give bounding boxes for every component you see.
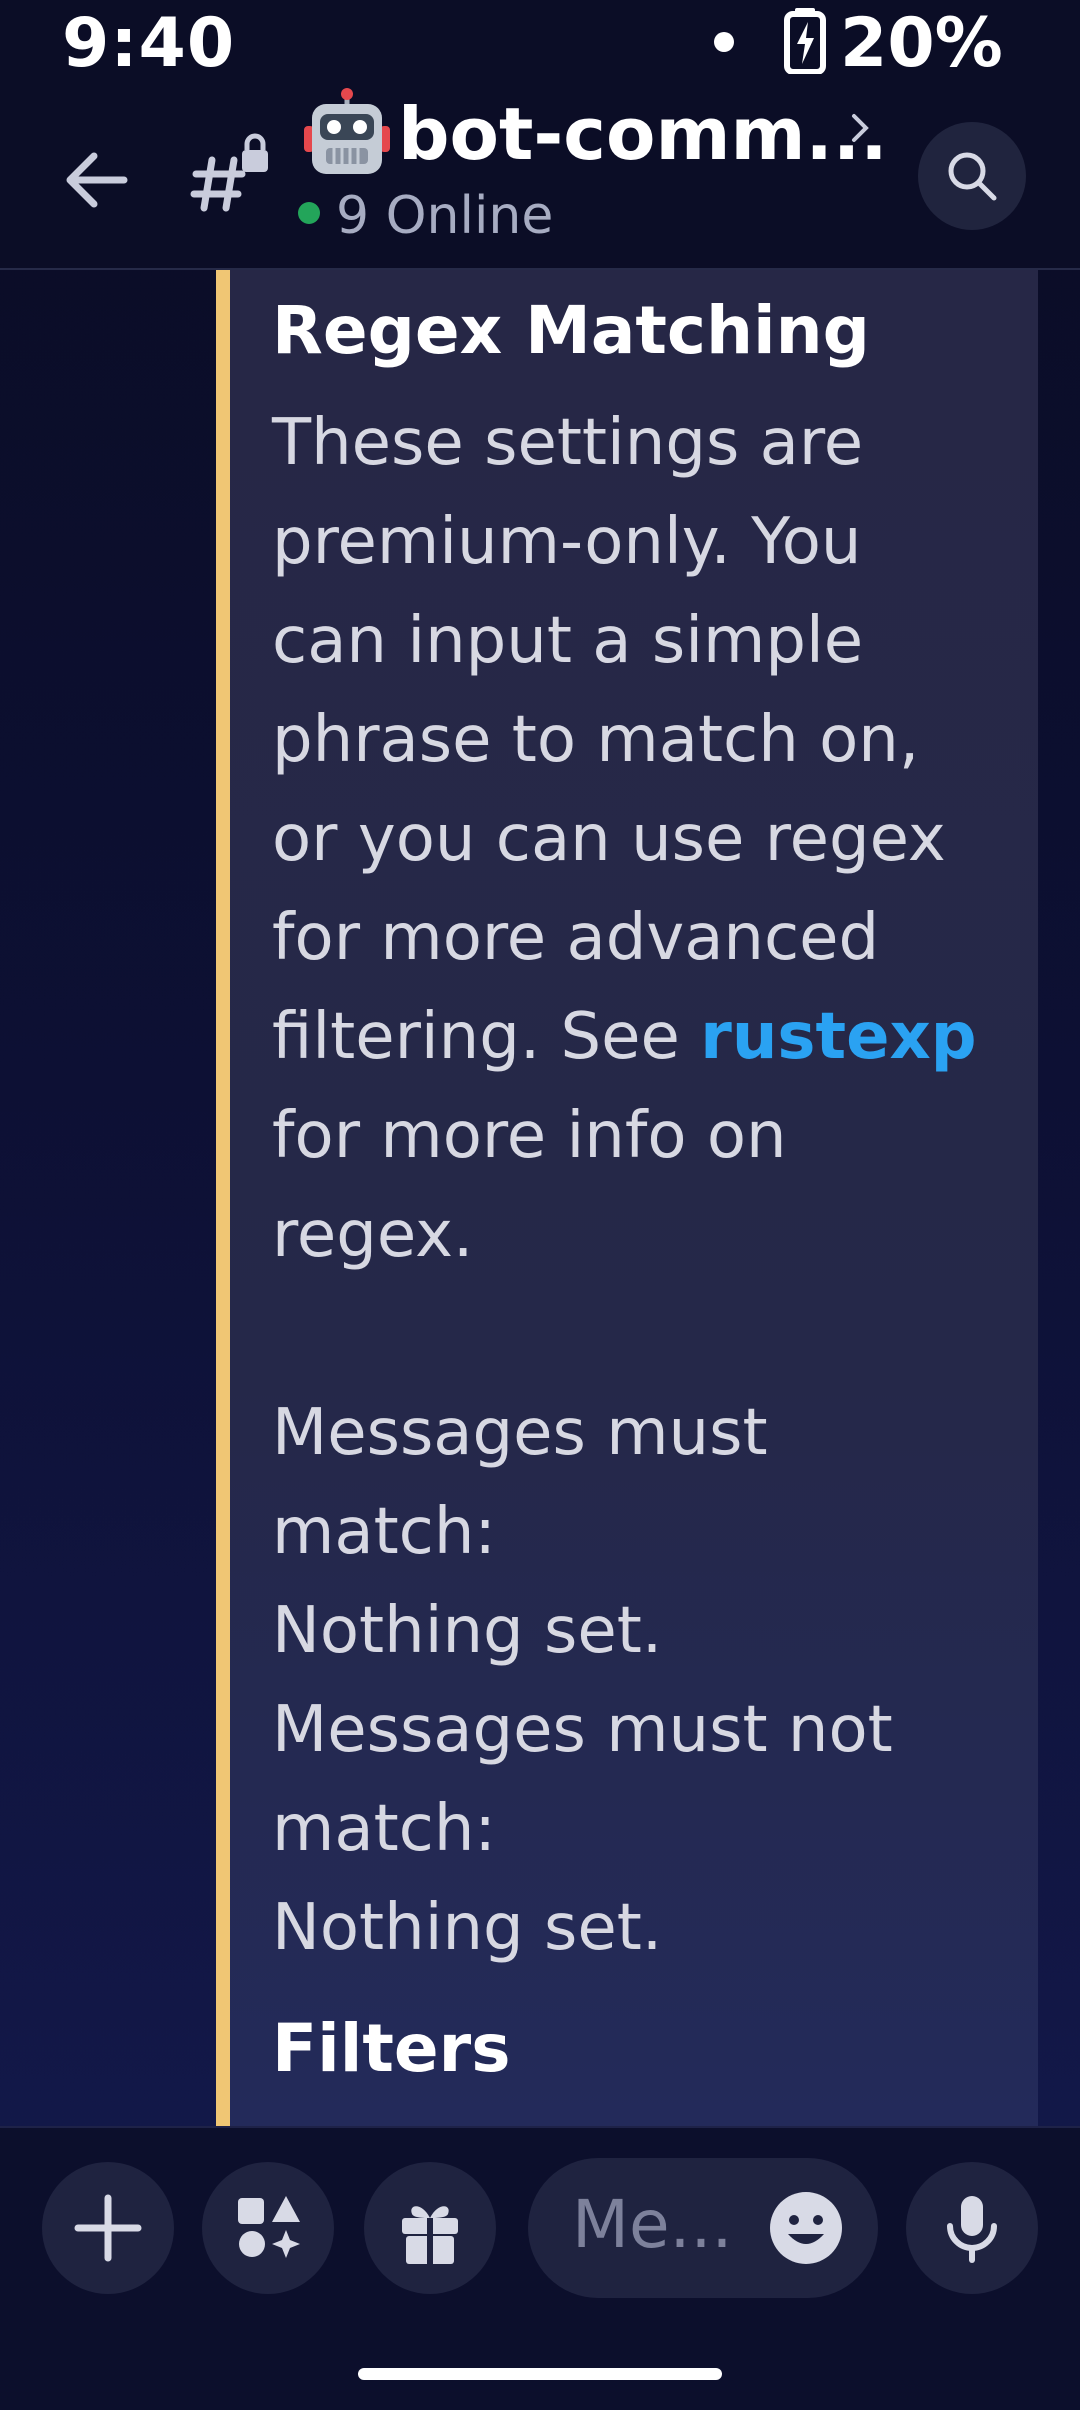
arrow-left-icon[interactable] xyxy=(58,142,134,218)
status-time: 9:40 xyxy=(62,4,236,83)
online-count: 9 Online xyxy=(336,186,554,246)
filters-heading: Filters xyxy=(272,2010,511,2087)
microphone-icon xyxy=(947,2196,997,2263)
bot-embed: Regex Matching These settings are premiu… xyxy=(230,270,1038,2126)
gift-icon xyxy=(402,2206,458,2264)
message-input[interactable]: Me... xyxy=(528,2158,878,2298)
must-not-match-label: Messages must not match: xyxy=(272,1693,893,1866)
must-match-value: Nothing set. xyxy=(272,1594,663,1668)
embed-paragraph: for more info on regex. xyxy=(272,1099,787,1272)
chevron-right-icon[interactable] xyxy=(846,108,874,148)
battery-charging-icon xyxy=(784,8,826,74)
message-composer: Me... xyxy=(0,2126,1080,2410)
channel-name[interactable]: bot-comm... xyxy=(398,92,888,176)
must-not-match-value: Nothing set. xyxy=(272,1891,663,1965)
apps-shapes-icon xyxy=(238,2196,300,2258)
online-status-dot xyxy=(298,202,320,224)
search-button[interactable] xyxy=(918,122,1026,230)
home-indicator[interactable] xyxy=(358,2368,722,2380)
add-attachment-button[interactable] xyxy=(42,2162,174,2294)
notification-dot-icon xyxy=(714,32,734,52)
locked-hash-icon xyxy=(190,133,268,212)
robot-emoji xyxy=(304,88,390,174)
embed-paragraph: These settings are premium-only. You can… xyxy=(272,406,946,1074)
gift-button[interactable] xyxy=(364,2162,496,2294)
rustexp-link[interactable]: rustexp xyxy=(700,1000,976,1074)
battery-percent: 20% xyxy=(840,4,1003,83)
channel-header: bot-comm... 9 Online xyxy=(0,82,1080,270)
embed-description: These settings are premium-only. You can… xyxy=(272,394,992,1978)
status-bar: 9:40 20% xyxy=(0,0,1080,83)
search-icon xyxy=(948,152,997,201)
apps-button[interactable] xyxy=(202,2162,334,2294)
embed-accent-bar xyxy=(216,270,230,2126)
voice-message-button[interactable] xyxy=(906,2162,1038,2294)
message-placeholder: Me... xyxy=(572,2186,733,2263)
plus-icon xyxy=(74,2194,142,2262)
embed-title: Regex Matching xyxy=(272,292,870,369)
emoji-smiley-icon[interactable] xyxy=(768,2190,844,2266)
must-match-label: Messages must match: xyxy=(272,1396,768,1569)
